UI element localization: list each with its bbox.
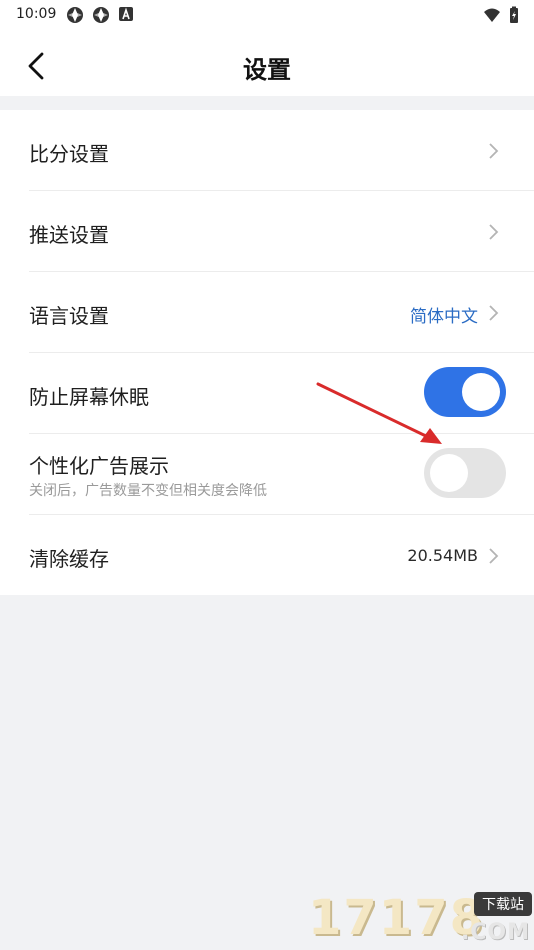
page-title: 设置 bbox=[243, 56, 291, 84]
chevron-right-icon bbox=[489, 224, 499, 240]
row-label: 个性化广告展示 bbox=[29, 454, 169, 478]
settings-row-push[interactable]: 推送设置 bbox=[0, 191, 534, 272]
watermark-digits: 17178 bbox=[308, 890, 485, 946]
chevron-right-icon bbox=[489, 305, 499, 321]
row-label: 语言设置 bbox=[29, 304, 109, 328]
a-badge-icon bbox=[119, 7, 133, 21]
row-label: 比分设置 bbox=[29, 142, 109, 166]
annotation-arrow-icon bbox=[316, 382, 442, 444]
row-label: 清除缓存 bbox=[29, 547, 109, 571]
chevron-right-icon bbox=[489, 548, 499, 564]
app-header: 设置 bbox=[0, 30, 534, 96]
chevron-right-icon bbox=[489, 143, 499, 159]
settings-row-screen-awake: 防止屏幕休眠 bbox=[0, 353, 534, 434]
settings-row-language[interactable]: 语言设置 简体中文 bbox=[0, 272, 534, 353]
settings-row-score[interactable]: 比分设置 bbox=[0, 110, 534, 191]
row-label: 防止屏幕休眠 bbox=[29, 385, 149, 409]
settings-list: 比分设置 推送设置 语言设置 简体中文 防止屏幕休眠 个性化广告展示 关闭后，广… bbox=[0, 110, 534, 595]
toggle-knob bbox=[430, 454, 468, 492]
settings-row-personalized-ads: 个性化广告展示 关闭后，广告数量不变但相关度会降低 bbox=[0, 434, 534, 515]
personalized-ads-toggle[interactable] bbox=[424, 448, 506, 498]
language-value: 简体中文 bbox=[410, 307, 478, 327]
status-bar: 10:09 bbox=[0, 0, 534, 30]
cache-size-value: 20.54MB bbox=[407, 546, 478, 565]
row-subtitle: 关闭后，广告数量不变但相关度会降低 bbox=[29, 483, 267, 499]
row-label: 推送设置 bbox=[29, 223, 109, 247]
watermark-suffix: .COM bbox=[460, 920, 530, 945]
watermark-logo: 17178 下载站 .COM bbox=[308, 890, 534, 950]
app-notification-icon bbox=[93, 7, 109, 23]
status-time: 10:09 bbox=[16, 6, 57, 22]
wifi-icon bbox=[484, 8, 500, 22]
settings-row-cache[interactable]: 清除缓存 20.54MB bbox=[0, 515, 534, 596]
watermark-badge: 下载站 bbox=[474, 892, 532, 916]
battery-charging-icon bbox=[510, 6, 518, 23]
app-notification-icon bbox=[67, 7, 83, 23]
toggle-knob bbox=[462, 373, 500, 411]
